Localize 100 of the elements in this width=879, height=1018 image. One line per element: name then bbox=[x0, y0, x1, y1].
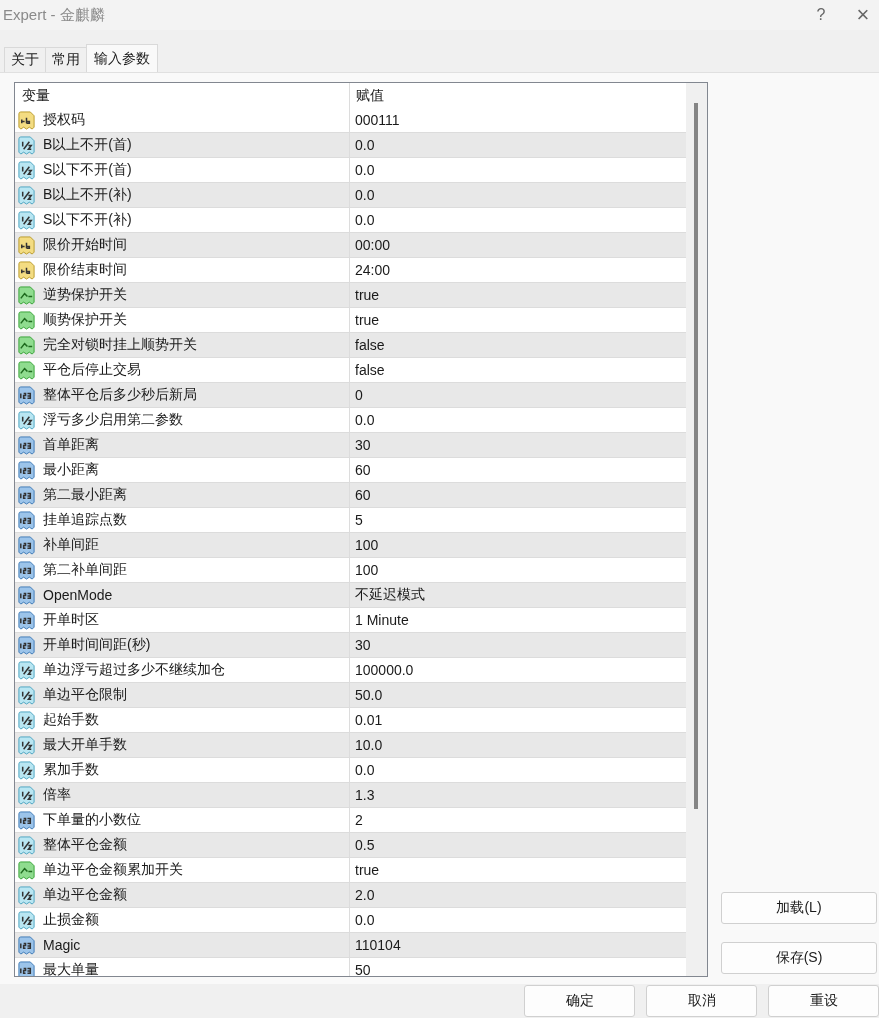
fraction-type-icon bbox=[17, 660, 36, 680]
parameter-name: S以下不开(首) bbox=[43, 161, 132, 179]
parameter-value[interactable]: 60 bbox=[350, 483, 686, 507]
number-type-icon bbox=[17, 460, 36, 480]
close-button[interactable]: × bbox=[847, 1, 879, 29]
column-header[interactable]: 赋值 bbox=[350, 83, 686, 108]
parameter-name: 下单量的小数位 bbox=[43, 811, 141, 829]
dialog-button[interactable]: 重设 bbox=[768, 985, 879, 1017]
parameter-name: 单边浮亏超过多少不继续加仓 bbox=[43, 661, 225, 679]
parameter-name: 累加手数 bbox=[43, 761, 99, 779]
parameter-value[interactable]: 000111 bbox=[350, 108, 686, 132]
toggle-type-icon bbox=[17, 360, 36, 380]
parameter-value[interactable]: 100 bbox=[350, 533, 686, 557]
parameter-value[interactable]: 100 bbox=[350, 558, 686, 582]
parameter-value[interactable]: 2.0 bbox=[350, 883, 686, 907]
number-type-icon bbox=[17, 810, 36, 830]
dialog-button[interactable]: 确定 bbox=[524, 985, 635, 1017]
parameter-value[interactable]: 1 Minute bbox=[350, 608, 686, 632]
parameter-value[interactable]: 0.01 bbox=[350, 708, 686, 732]
toggle-type-icon bbox=[17, 335, 36, 355]
parameter-value[interactable]: 00:00 bbox=[350, 233, 686, 257]
parameter-name: 第二补单间距 bbox=[43, 561, 127, 579]
parameter-name: 整体平仓金额 bbox=[43, 836, 127, 854]
parameter-value[interactable]: 0.5 bbox=[350, 833, 686, 857]
number-type-icon bbox=[17, 510, 36, 530]
parameter-name: 止损金额 bbox=[43, 911, 99, 929]
parameter-name: 顺势保护开关 bbox=[43, 311, 127, 329]
parameter-value[interactable]: 0 bbox=[350, 383, 686, 407]
toggle-type-icon bbox=[17, 310, 36, 330]
fraction-type-icon bbox=[17, 160, 36, 180]
text-type-icon bbox=[17, 260, 36, 280]
fraction-type-icon bbox=[17, 685, 36, 705]
text-type-icon bbox=[17, 110, 36, 130]
parameter-name: 平仓后停止交易 bbox=[43, 361, 141, 379]
number-type-icon bbox=[17, 585, 36, 605]
parameter-value[interactable]: 110104 bbox=[350, 933, 686, 957]
fraction-type-icon bbox=[17, 885, 36, 905]
parameter-value[interactable]: 0.0 bbox=[350, 183, 686, 207]
parameter-value[interactable]: 5 bbox=[350, 508, 686, 532]
parameter-value[interactable]: 60 bbox=[350, 458, 686, 482]
parameter-value[interactable]: 2 bbox=[350, 808, 686, 832]
parameter-name: 单边平仓金额累加开关 bbox=[43, 861, 183, 879]
parameter-value[interactable]: 30 bbox=[350, 633, 686, 657]
text-type-icon bbox=[17, 235, 36, 255]
scrollbar[interactable] bbox=[686, 83, 707, 976]
parameter-value[interactable]: 50 bbox=[350, 958, 686, 976]
parameter-name: 补单间距 bbox=[43, 536, 99, 554]
parameter-value[interactable]: 0.0 bbox=[350, 208, 686, 232]
number-type-icon bbox=[17, 635, 36, 655]
fraction-type-icon bbox=[17, 785, 36, 805]
parameter-value[interactable]: true bbox=[350, 283, 686, 307]
side-button[interactable]: 保存(S) bbox=[721, 942, 877, 974]
parameter-name: OpenMode bbox=[43, 587, 113, 603]
dialog-button[interactable]: 取消 bbox=[646, 985, 757, 1017]
parameter-name: 授权码 bbox=[43, 111, 85, 129]
parameter-value[interactable]: false bbox=[350, 333, 686, 357]
parameter-name: 开单时间间距(秒) bbox=[43, 636, 151, 654]
parameter-name: 最大开单手数 bbox=[43, 736, 127, 754]
parameter-name: 逆势保护开关 bbox=[43, 286, 127, 304]
toggle-type-icon bbox=[17, 860, 36, 880]
parameter-name: S以下不开(补) bbox=[43, 211, 132, 229]
parameter-name: Magic bbox=[43, 937, 81, 953]
scrollbar-thumb[interactable] bbox=[694, 103, 698, 809]
tab[interactable]: 输入参数 bbox=[86, 44, 158, 72]
parameter-value[interactable]: 10.0 bbox=[350, 733, 686, 757]
parameter-value[interactable]: 50.0 bbox=[350, 683, 686, 707]
side-button[interactable]: 加载(L) bbox=[721, 892, 877, 924]
parameter-value[interactable]: 0.0 bbox=[350, 133, 686, 157]
parameter-name: 单边平仓限制 bbox=[43, 686, 127, 704]
parameter-name: 第二最小距离 bbox=[43, 486, 127, 504]
help-button[interactable]: ? bbox=[805, 1, 837, 29]
parameter-name: 浮亏多少启用第二参数 bbox=[43, 411, 183, 429]
tab[interactable]: 关于 bbox=[4, 47, 46, 72]
fraction-type-icon bbox=[17, 760, 36, 780]
number-type-icon bbox=[17, 610, 36, 630]
parameter-value[interactable]: 0.0 bbox=[350, 158, 686, 182]
parameter-name: 整体平仓后多少秒后新局 bbox=[43, 386, 197, 404]
parameter-value[interactable]: 0.0 bbox=[350, 408, 686, 432]
number-type-icon bbox=[17, 485, 36, 505]
parameter-value[interactable]: 30 bbox=[350, 433, 686, 457]
parameter-value[interactable]: 1.3 bbox=[350, 783, 686, 807]
number-type-icon bbox=[17, 435, 36, 455]
parameter-value[interactable]: true bbox=[350, 858, 686, 882]
fraction-type-icon bbox=[17, 710, 36, 730]
parameter-name: B以上不开(首) bbox=[43, 136, 132, 154]
parameter-value[interactable]: 0.0 bbox=[350, 908, 686, 932]
parameter-value[interactable]: false bbox=[350, 358, 686, 382]
number-type-icon bbox=[17, 560, 36, 580]
parameter-value[interactable]: 不延迟模式 bbox=[350, 583, 686, 607]
fraction-type-icon bbox=[17, 410, 36, 430]
parameter-name: 挂单追踪点数 bbox=[43, 511, 127, 529]
parameter-value[interactable]: 24:00 bbox=[350, 258, 686, 282]
toggle-type-icon bbox=[17, 285, 36, 305]
parameter-value[interactable]: 0.0 bbox=[350, 758, 686, 782]
number-type-icon bbox=[17, 960, 36, 976]
parameter-value[interactable]: true bbox=[350, 308, 686, 332]
fraction-type-icon bbox=[17, 185, 36, 205]
parameter-name: 完全对锁时挂上顺势开关 bbox=[43, 336, 197, 354]
parameter-name: 倍率 bbox=[43, 786, 71, 804]
parameter-value[interactable]: 100000.0 bbox=[350, 658, 686, 682]
